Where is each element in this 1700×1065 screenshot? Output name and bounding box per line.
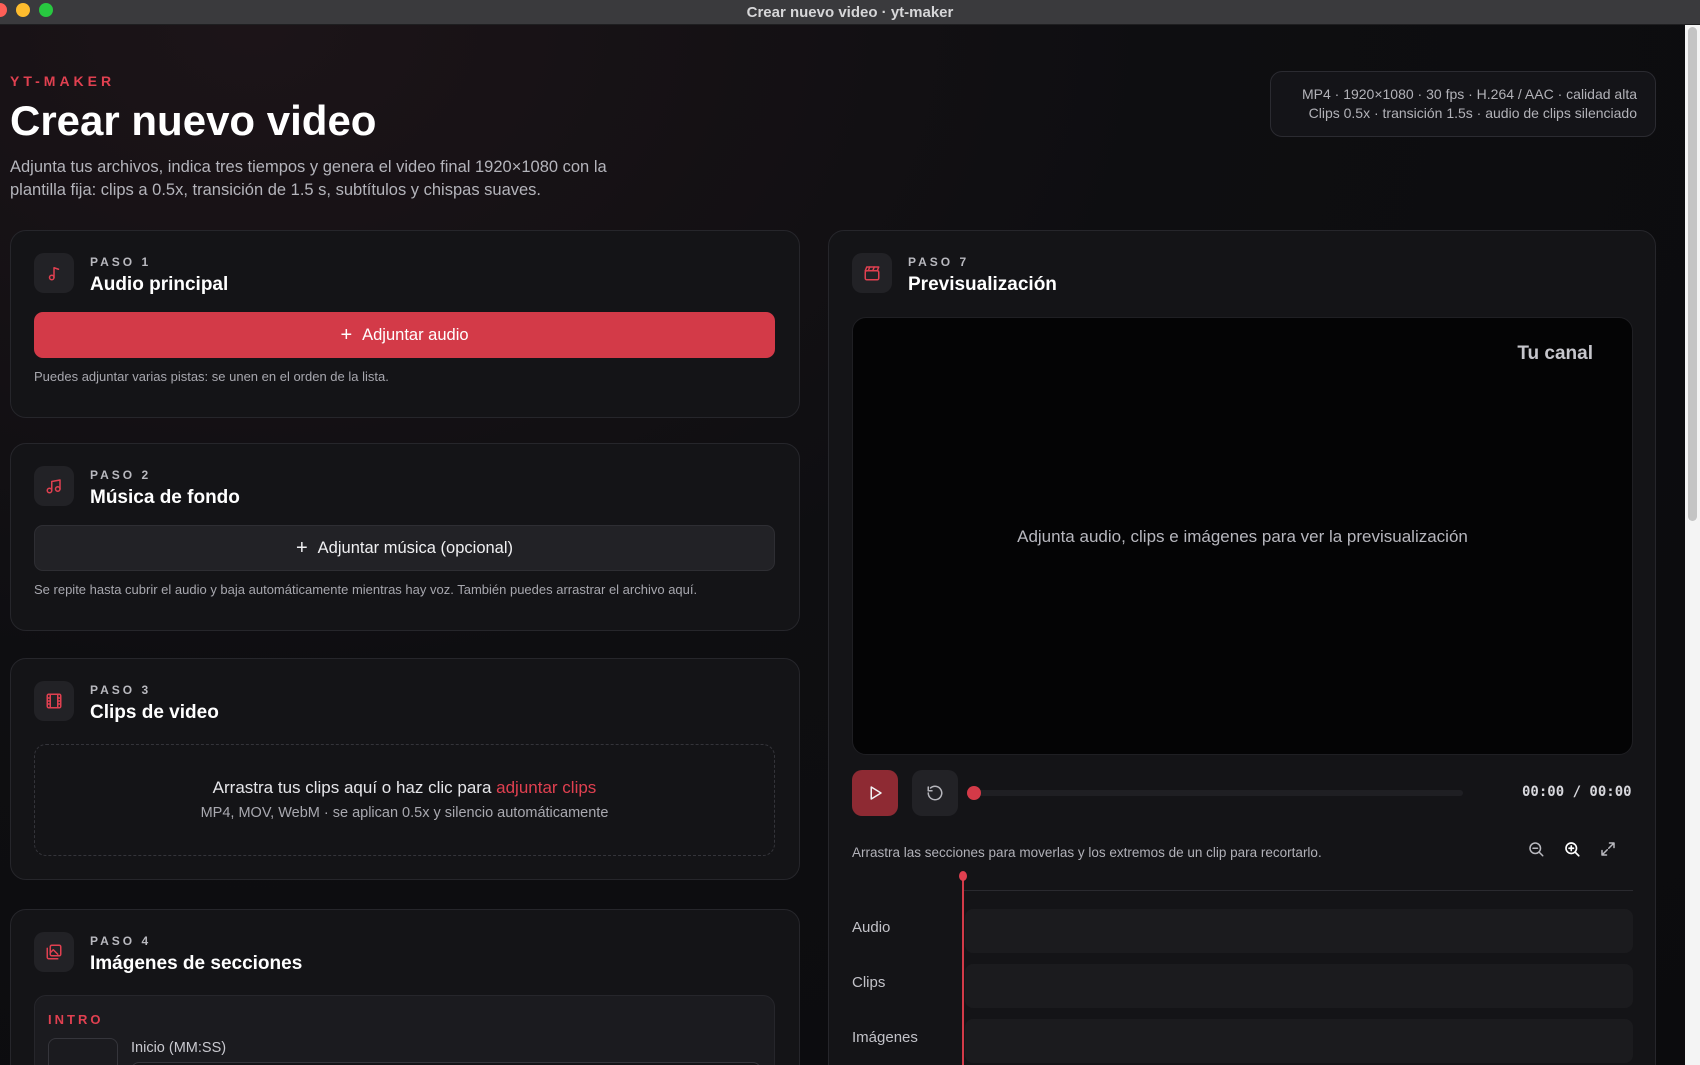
channel-watermark: Tu canal <box>1517 343 1593 364</box>
timeline-tools <box>1527 840 1617 858</box>
step-label: PASO 2 <box>90 468 152 482</box>
clapperboard-icon <box>852 253 892 293</box>
page-subtitle: Adjunta tus archivos, indica tres tiempo… <box>10 156 690 202</box>
timeline-ruler <box>963 890 1633 891</box>
preview-empty-message: Adjunta audio, clips e imágenes para ver… <box>1017 527 1468 546</box>
section-image-slot[interactable] <box>48 1038 118 1065</box>
section-label: INTRO <box>48 1012 104 1027</box>
app-content: YT-MAKER Crear nuevo video Adjunta tus a… <box>0 25 1685 1065</box>
dropzone-prompt: Arrastra tus clips aquí o haz clic para <box>212 778 497 797</box>
timeline-hint: Arrastra las secciones para moverlas y l… <box>852 845 1322 860</box>
step-title: Música de fondo <box>90 487 240 508</box>
card-header: PASO 3 Clips de video <box>34 681 219 724</box>
step-music-card: PASO 2 Música de fondo + Adjuntar música… <box>10 443 800 631</box>
specs-line-1: MP4 · 1920×1080 · 30 fps · H.264 / AAC ·… <box>1301 86 1637 102</box>
step-label: PASO 7 <box>908 255 970 269</box>
zoom-out-icon[interactable] <box>1527 840 1545 858</box>
music-note-icon <box>34 253 74 293</box>
zoom-in-icon[interactable] <box>1563 840 1581 858</box>
attach-music-button[interactable]: + Adjuntar música (opcional) <box>34 525 775 571</box>
close-window-button[interactable] <box>0 3 7 17</box>
step-title: Imágenes de secciones <box>90 953 303 974</box>
music-hint: Se repite hasta cubrir el audio y baja a… <box>34 582 698 597</box>
zoom-window-button[interactable] <box>39 3 53 17</box>
specs-line-2: Clips 0.5x · transición 1.5s · audio de … <box>1308 105 1637 121</box>
audio-hint: Puedes adjuntar varias pistas: se unen e… <box>34 369 389 384</box>
track-lane-clips[interactable] <box>965 964 1633 1008</box>
step-label: PASO 1 <box>90 255 152 269</box>
images-icon <box>34 932 74 972</box>
attach-clips-link[interactable]: adjuntar clips <box>496 778 596 797</box>
play-icon <box>870 786 882 800</box>
track-lane-audio[interactable] <box>965 909 1633 953</box>
window-title: Crear nuevo video · yt-maker <box>746 3 954 21</box>
restart-icon <box>927 785 943 801</box>
page-scrollbar[interactable] <box>1685 25 1700 1065</box>
card-header: PASO 7 Previsualización <box>852 253 1057 296</box>
card-header: PASO 4 Imágenes de secciones <box>34 932 302 975</box>
plus-icon: + <box>340 324 353 346</box>
playback-time: 00:00 / 00:00 <box>1522 784 1632 800</box>
clips-dropzone[interactable]: Arrastra tus clips aquí o haz clic para … <box>34 744 775 856</box>
step-title: Clips de video <box>90 702 219 723</box>
step-preview-card: PASO 7 Previsualización Tu canal Adjunta… <box>828 230 1656 1065</box>
card-header: PASO 1 Audio principal <box>34 253 228 296</box>
playback-progress[interactable] <box>967 790 1463 796</box>
film-icon <box>34 681 74 721</box>
attach-music-label: Adjuntar música (opcional) <box>317 538 514 557</box>
timeline-playhead[interactable] <box>962 875 964 1065</box>
dropzone-text: Arrastra tus clips aquí o haz clic para … <box>35 778 774 798</box>
playhead-handle[interactable] <box>959 871 967 881</box>
step-audio-card: PASO 1 Audio principal + Adjuntar audio … <box>10 230 800 418</box>
brand-eyebrow: YT-MAKER <box>10 73 116 89</box>
minimize-window-button[interactable] <box>16 3 30 17</box>
step-images-card: PASO 4 Imágenes de secciones INTRO Inici… <box>10 909 800 1065</box>
track-label-audio: Audio <box>852 919 891 936</box>
scrollbar-thumb[interactable] <box>1688 27 1697 521</box>
attach-audio-label: Adjuntar audio <box>362 325 469 344</box>
expand-icon[interactable] <box>1599 840 1617 858</box>
subtitle-line-2: plantilla fija: clips a 0.5x, transición… <box>10 181 542 199</box>
step-title: Audio principal <box>90 274 229 295</box>
video-preview[interactable]: Tu canal Adjunta audio, clips e imágenes… <box>852 317 1633 755</box>
window-titlebar: Crear nuevo video · yt-maker <box>0 0 1700 25</box>
progress-handle[interactable] <box>967 786 981 800</box>
attach-audio-button[interactable]: + Adjuntar audio <box>34 312 775 358</box>
output-specs-badge: MP4 · 1920×1080 · 30 fps · H.264 / AAC ·… <box>1270 71 1656 137</box>
subtitle-line-1: Adjunta tus archivos, indica tres tiempo… <box>10 158 607 176</box>
page-title: Crear nuevo video <box>10 97 377 144</box>
step-label: PASO 3 <box>90 683 152 697</box>
restart-button[interactable] <box>912 770 958 816</box>
step-clips-card: PASO 3 Clips de video Arrastra tus clips… <box>10 658 800 880</box>
track-lane-images[interactable] <box>965 1019 1633 1063</box>
dropzone-formats: MP4, MOV, WebM · se aplican 0.5x y silen… <box>200 805 609 821</box>
track-label-images: Imágenes <box>852 1029 918 1046</box>
step-title: Previsualización <box>908 274 1057 295</box>
plus-icon: + <box>295 537 308 559</box>
start-time-label: Inicio (MM:SS) <box>131 1040 227 1056</box>
music-notes-icon <box>34 466 74 506</box>
step-label: PASO 4 <box>90 934 152 948</box>
play-button[interactable] <box>852 770 898 816</box>
card-header: PASO 2 Música de fondo <box>34 466 240 509</box>
window-controls <box>0 3 53 17</box>
section-intro: INTRO Inicio (MM:SS) <box>34 995 775 1065</box>
track-label-clips: Clips <box>852 974 886 991</box>
